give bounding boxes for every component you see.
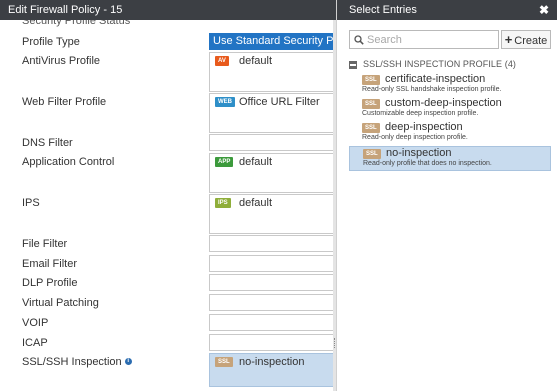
select-entries-title: Select Entries ✖ <box>337 0 557 20</box>
plus-icon: + <box>504 32 513 47</box>
email-filter-field[interactable] <box>209 255 336 272</box>
entry-no-inspection[interactable]: SSL no-inspection Read-only profile that… <box>349 146 551 171</box>
profile-type-label: Profile Type <box>22 36 80 48</box>
icap-label: ICAP <box>22 337 48 349</box>
file-filter-field[interactable] <box>209 235 336 252</box>
edit-policy-panel: Security Profile Status Edit Firewall Po… <box>0 0 336 391</box>
virtual-patching-label: Virtual Patching <box>22 297 99 309</box>
dlp-profile-label: DLP Profile <box>22 277 78 289</box>
search-box[interactable] <box>349 30 499 49</box>
search-input[interactable] <box>367 32 495 47</box>
email-filter-label: Email Filter <box>22 258 78 270</box>
antivirus-value: default <box>239 55 273 67</box>
ssl-ssh-inspection-value: no-inspection <box>239 356 305 368</box>
search-icon <box>354 35 364 45</box>
entry-description: Customizable deep inspection profile. <box>362 110 479 117</box>
entry-custom-deep-inspection[interactable]: SSL custom-deep-inspection Customizable … <box>349 97 551 122</box>
application-control-value: default <box>239 156 273 168</box>
create-label: Create <box>514 35 548 47</box>
web-filter-field[interactable]: WEB Office URL Filter <box>209 93 336 133</box>
close-icon[interactable]: ✖ <box>539 0 549 20</box>
virtual-patching-field[interactable] <box>209 294 336 311</box>
ssl-badge: SSL <box>362 99 380 109</box>
profile-type-selector[interactable]: Use Standard Security Profile <box>209 33 336 50</box>
web-badge: WEB <box>215 97 235 107</box>
ips-badge: IPS <box>215 198 231 208</box>
select-entries-panel: Select Entries ✖ +Create SSL/SSH INSPECT… <box>336 0 557 391</box>
web-filter-value: Office URL Filter <box>239 96 320 108</box>
app-badge: APP <box>215 157 234 167</box>
av-badge: AV <box>215 56 229 66</box>
create-button[interactable]: + Create <box>501 30 551 49</box>
ips-label: IPS <box>22 197 40 209</box>
dns-filter-field[interactable] <box>209 134 336 151</box>
application-control-label: Application Control <box>22 156 115 168</box>
ssl-badge: SSL <box>215 357 233 367</box>
info-icon[interactable]: i <box>124 358 132 365</box>
web-filter-label: Web Filter Profile <box>22 96 107 108</box>
antivirus-field[interactable]: AV default <box>209 52 336 92</box>
voip-label: VOIP <box>22 317 49 329</box>
voip-field[interactable] <box>209 314 336 331</box>
entry-description: Read-only profile that does no inspectio… <box>363 160 492 167</box>
select-entries-title-text: Select Entries <box>349 4 417 16</box>
ssl-badge: SSL <box>362 75 380 85</box>
antivirus-label: AntiVirus Profile <box>22 55 101 67</box>
entry-name: custom-deep-inspection <box>385 97 502 109</box>
ips-field[interactable]: IPS default <box>209 194 336 234</box>
entry-certificate-inspection[interactable]: SSL certificate-inspection Read-only SSL… <box>349 73 551 98</box>
ssl-ssh-inspection-text: SSL/SSH Inspection <box>22 356 122 368</box>
ssl-ssh-inspection-label: SSL/SSH Inspection i <box>22 356 132 368</box>
collapse-icon[interactable] <box>349 61 357 69</box>
entry-name: certificate-inspection <box>385 73 486 85</box>
dlp-profile-field[interactable] <box>209 274 336 291</box>
group-label: SSL/SSH INSPECTION PROFILE (4) <box>363 59 517 69</box>
ssl-ssh-inspection-field[interactable]: SSL no-inspection <box>209 353 336 387</box>
entry-name: no-inspection <box>386 147 452 159</box>
entry-description: Read-only deep inspection profile. <box>362 134 468 141</box>
entry-name: deep-inspection <box>385 121 463 133</box>
entry-description: Read-only SSL handshake inspection profi… <box>362 86 502 93</box>
ssl-badge: SSL <box>363 149 381 159</box>
policy-title: Edit Firewall Policy - 15 <box>0 0 336 20</box>
entry-deep-inspection[interactable]: SSL deep-inspection Read-only deep inspe… <box>349 121 551 146</box>
application-control-field[interactable]: APP default <box>209 153 336 193</box>
dns-filter-label: DNS Filter <box>22 137 73 149</box>
file-filter-label: File Filter <box>22 238 68 250</box>
ssl-badge: SSL <box>362 123 380 133</box>
icap-field[interactable] <box>209 334 336 351</box>
ips-value: default <box>239 197 273 209</box>
